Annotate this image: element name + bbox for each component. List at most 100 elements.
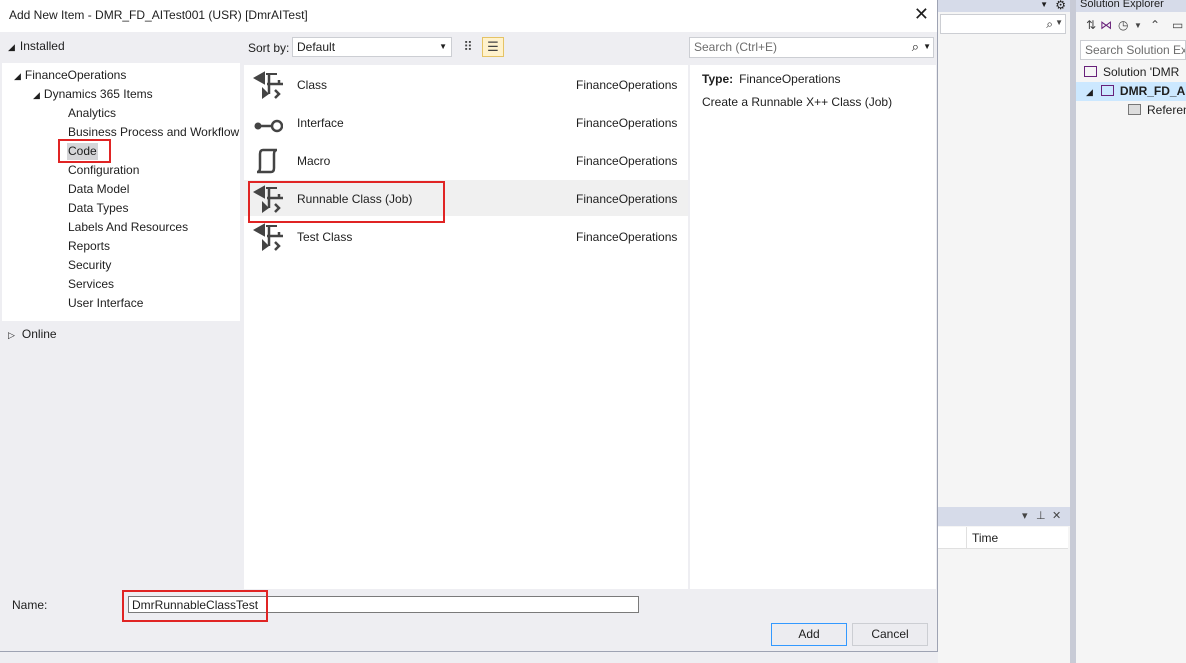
tree-item-services[interactable]: Services xyxy=(68,276,114,293)
show-all-icon[interactable]: ▭ xyxy=(1172,18,1183,32)
class-icon xyxy=(253,223,283,251)
cancel-button[interactable]: Cancel xyxy=(852,623,928,646)
template-category: FinanceOperations xyxy=(576,192,678,206)
tree-item-configuration[interactable]: Configuration xyxy=(68,162,139,179)
chevron-down-icon: ▼ xyxy=(1055,18,1063,27)
add-button[interactable]: Add xyxy=(771,623,847,646)
installed-label: Installed xyxy=(19,39,65,53)
references-row[interactable]: Referen xyxy=(1076,101,1186,120)
template-item-interface[interactable]: Interface FinanceOperations xyxy=(244,104,688,140)
interface-icon xyxy=(254,119,283,133)
collapse-icon[interactable]: ⌃ xyxy=(1150,18,1160,32)
expand-arrow-icon: ◢ xyxy=(8,42,15,52)
project-row[interactable]: ◢ DMR_FD_A xyxy=(1076,82,1186,101)
solution-label: Solution 'DMR xyxy=(1103,65,1180,79)
output-panel-header: Time xyxy=(938,527,1068,549)
template-name: Interface xyxy=(297,116,344,130)
tree-item-business-process[interactable]: Business Process and Workflow xyxy=(68,124,239,141)
dialog-titlebar: Add New Item - DMR_FD_AITest001 (USR) [D… xyxy=(0,0,937,32)
online-header[interactable]: ▷ Online xyxy=(8,327,57,341)
template-name: Runnable Class (Job) xyxy=(297,192,413,206)
details-type-value: FinanceOperations xyxy=(739,72,841,86)
tree-item-analytics[interactable]: Analytics xyxy=(68,105,116,122)
tree-item-user-interface[interactable]: User Interface xyxy=(68,295,143,312)
template-name: Class xyxy=(297,78,328,92)
expand-arrow-icon: ◢ xyxy=(14,71,21,81)
sort-by-select[interactable]: Default ▼ xyxy=(292,37,452,57)
pin-icon[interactable]: ⊥ xyxy=(1036,509,1046,522)
references-label: Referen xyxy=(1147,103,1186,117)
search-placeholder: Search (Ctrl+E) xyxy=(694,40,778,54)
add-new-item-dialog: Add New Item - DMR_FD_AITest001 (USR) [D… xyxy=(0,0,938,652)
output-panel-body xyxy=(938,549,1068,663)
project-label: DMR_FD_A xyxy=(1119,84,1186,98)
macro-icon xyxy=(256,148,278,174)
chevron-down-icon[interactable]: ▼ xyxy=(923,42,931,51)
close-icon[interactable]: ✕ xyxy=(914,4,929,25)
output-panel-titlebar: ▾ ⊥ ✕ xyxy=(938,507,1070,526)
search-icon[interactable]: ⌕ xyxy=(912,39,919,55)
template-tree: ◢ FinanceOperations ◢ Dynamics 365 Items A… xyxy=(2,63,240,321)
sort-by-value: Default xyxy=(297,40,336,54)
vs-icon[interactable]: ⋈ xyxy=(1100,18,1112,32)
ide-search-combo[interactable]: ⌕ ▼ xyxy=(940,14,1066,34)
template-item-test-class[interactable]: Test Class FinanceOperations xyxy=(244,218,688,254)
class-icon xyxy=(253,71,283,99)
online-label: Online xyxy=(21,327,57,341)
search-input[interactable]: Search (Ctrl+E) ⌕ ▼ xyxy=(689,37,934,58)
references-icon xyxy=(1128,104,1141,115)
grid-view-icon[interactable]: ⠿ xyxy=(458,37,478,57)
template-item-runnable-class[interactable]: Runnable Class (Job) FinanceOperations xyxy=(244,180,688,216)
solution-explorer-title: Solution Explorer xyxy=(1076,0,1186,12)
template-item-class[interactable]: Class FinanceOperations xyxy=(244,66,688,102)
project-icon xyxy=(1100,85,1114,96)
template-list: Class FinanceOperations Interface Financ… xyxy=(244,65,688,589)
template-name: Macro xyxy=(297,154,331,168)
template-category: FinanceOperations xyxy=(576,78,678,92)
details-description: Create a Runnable X++ Class (Job) xyxy=(702,95,893,109)
chevron-down-icon: ▼ xyxy=(439,42,447,51)
tree-item-data-types[interactable]: Data Types xyxy=(68,200,128,217)
history-icon[interactable]: ◷ xyxy=(1118,18,1128,32)
expand-arrow-icon[interactable]: ◢ xyxy=(1086,87,1093,97)
name-input[interactable] xyxy=(128,596,639,613)
name-label: Name: xyxy=(12,598,48,612)
template-category: FinanceOperations xyxy=(576,154,678,168)
tree-item-code[interactable]: Code xyxy=(67,143,98,160)
details-type-label: Type: xyxy=(702,72,734,86)
template-category: FinanceOperations xyxy=(576,116,678,130)
solution-icon xyxy=(1084,66,1097,77)
class-icon xyxy=(253,185,283,213)
solution-explorer-toolbar: ⇅ ⋈ ◷ ▼ ⌃ ▭ xyxy=(1076,12,1186,40)
tree-item-reports[interactable]: Reports xyxy=(68,238,110,255)
installed-header[interactable]: ◢ Installed xyxy=(8,39,65,53)
ide-toolbar-strip: ▼ ⚙ xyxy=(938,0,1070,12)
template-category: FinanceOperations xyxy=(576,230,678,244)
tree-child-label: Dynamics 365 Items xyxy=(43,87,153,101)
solution-explorer: Solution Explorer ⇅ ⋈ ◷ ▼ ⌃ ▭ Search Sol… xyxy=(1076,0,1186,663)
tree-item-labels-and-resources[interactable]: Labels And Resources xyxy=(68,219,188,236)
solution-row[interactable]: Solution 'DMR xyxy=(1076,63,1186,82)
tree-item-dynamics-365-items[interactable]: ◢ Dynamics 365 Items xyxy=(33,86,153,103)
details-pane: Type: FinanceOperations Create a Runnable… xyxy=(690,65,936,589)
sort-by-label: Sort by: xyxy=(248,41,290,55)
gear-icon[interactable]: ⚙ xyxy=(1055,0,1066,12)
tree-item-financeoperations[interactable]: ◢ FinanceOperations xyxy=(14,67,126,84)
chevron-down-icon[interactable]: ▼ xyxy=(1134,21,1142,30)
details-type: Type: FinanceOperations xyxy=(702,72,841,86)
dialog-title: Add New Item - DMR_FD_AITest001 (USR) [D… xyxy=(9,8,308,22)
list-view-icon[interactable]: ☰ xyxy=(482,37,504,57)
template-name: Test Class xyxy=(297,230,353,244)
collapsed-arrow-icon: ▷ xyxy=(8,330,15,340)
column-divider xyxy=(966,527,967,549)
sync-icon[interactable]: ⇅ xyxy=(1086,18,1096,32)
tree-item-security[interactable]: Security xyxy=(68,257,111,274)
close-icon[interactable]: ✕ xyxy=(1052,509,1061,522)
dropdown-arrow-icon[interactable]: ▾ xyxy=(1022,509,1028,522)
solution-explorer-search[interactable]: Search Solution Exp xyxy=(1080,40,1186,60)
dropdown-arrow-icon[interactable]: ▼ xyxy=(1040,0,1048,9)
tree-item-data-model[interactable]: Data Model xyxy=(68,181,129,198)
time-column-header[interactable]: Time xyxy=(972,531,998,545)
template-item-macro[interactable]: Macro FinanceOperations xyxy=(244,142,688,178)
expand-arrow-icon: ◢ xyxy=(33,90,40,100)
